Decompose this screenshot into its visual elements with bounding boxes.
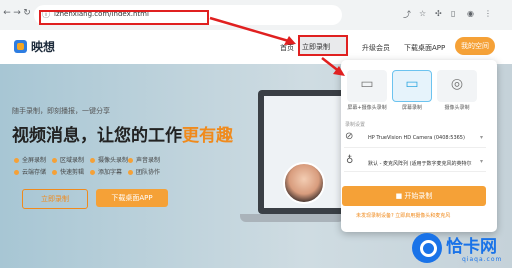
watermark-logo-icon — [412, 233, 442, 263]
annotation-arrow-to-nav — [209, 16, 293, 44]
watermark-text: 恰卡网 — [446, 237, 497, 257]
watermark-domain: qiaqa.com — [462, 256, 503, 263]
annotation-arrows — [209, 16, 345, 76]
